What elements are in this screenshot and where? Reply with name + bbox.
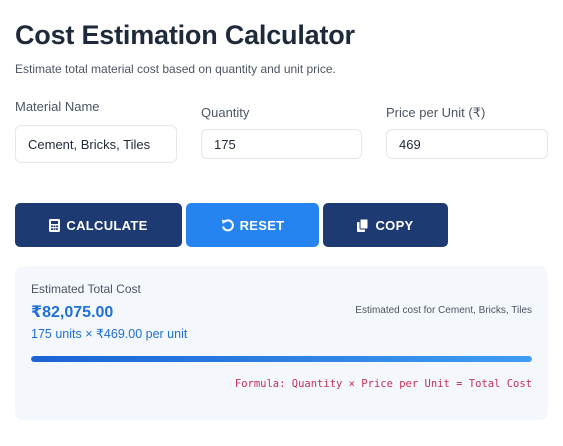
price-per-unit-label: Price per Unit (₹) [386,105,486,120]
result-total: ₹82,075.00 [31,304,114,321]
reset-button[interactable]: RESET [186,203,319,247]
quantity-input[interactable]: 175 [201,129,362,159]
material-name-input[interactable]: Cement, Bricks, Tiles [15,125,177,163]
formula-text: Formula: Quantity × Price per Unit = Tot… [234,378,532,390]
calculate-button[interactable]: CALCULATE [15,203,182,247]
progress-bar-fill [31,356,532,362]
calculate-button-label: CALCULATE [66,217,148,233]
page-title: Cost Estimation Calculator [15,20,355,50]
result-label: Estimated Total Cost [31,282,141,296]
page-subtitle: Estimate total material cost based on qu… [15,62,336,76]
reset-icon [221,218,234,232]
copy-button[interactable]: COPY [323,203,448,247]
progress-bar [31,356,532,362]
quantity-label: Quantity [201,105,250,120]
result-note: Estimated cost for Cement, Bricks, Tiles [355,305,532,316]
result-card: Estimated Total Cost ₹82,075.00 175 unit… [15,266,548,420]
copy-icon [357,218,369,232]
calculator-icon [49,218,61,232]
price-per-unit-input[interactable]: 469 [386,129,548,159]
result-detail: 175 units × ₹469.00 per unit [31,327,188,341]
reset-button-label: RESET [239,217,285,233]
copy-button-label: COPY [375,217,414,233]
material-name-label: Material Name [15,99,100,114]
